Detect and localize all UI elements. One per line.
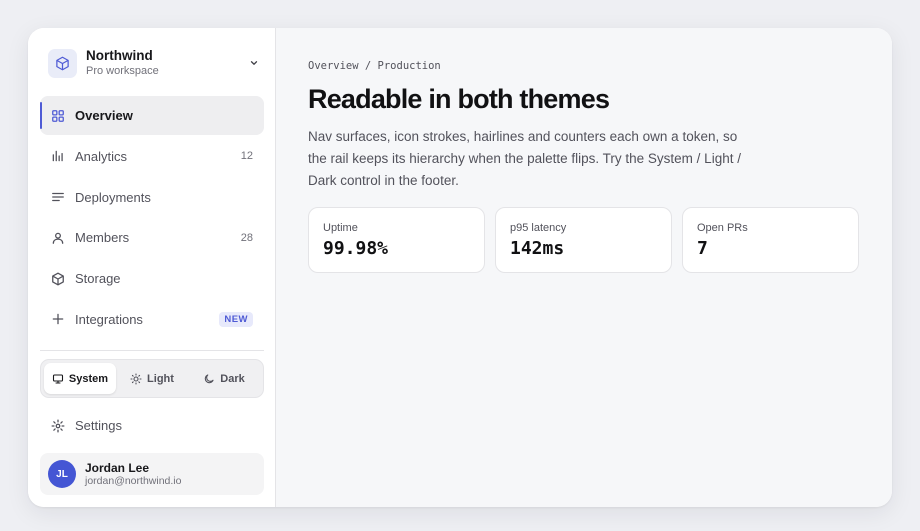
- theme-option-system[interactable]: System: [44, 363, 116, 394]
- page-title: Readable in both themes: [308, 84, 610, 114]
- sun-icon: [130, 372, 142, 385]
- sidebar-item-label: Storage: [75, 271, 121, 287]
- cube-icon: [51, 272, 65, 286]
- stat-card-latency: p95 latency 142ms: [495, 207, 672, 273]
- members-count: 28: [240, 231, 253, 244]
- breadcrumb: Overview / Production: [308, 60, 441, 72]
- sidebar-item-deployments[interactable]: Deployments: [40, 178, 264, 217]
- theme-option-label: System: [68, 372, 109, 385]
- monitor-icon: [52, 373, 63, 384]
- settings-label: Settings: [75, 418, 122, 433]
- workspace-logo-cube-icon: [48, 48, 77, 78]
- new-badge: NEW: [219, 311, 253, 327]
- sidebar: Northwind Pro workspace Overview Analyti…: [28, 28, 276, 507]
- sidebar-item-storage[interactable]: Storage: [40, 259, 264, 298]
- avatar: JL: [48, 460, 76, 488]
- stat-label: Open PRs: [697, 222, 748, 234]
- sidebar-divider: [40, 350, 264, 351]
- plus-icon: [51, 312, 65, 326]
- user-icon: [51, 231, 65, 245]
- sidebar-item-label: Overview: [75, 108, 133, 123]
- theme-option-dark[interactable]: Dark: [188, 363, 260, 394]
- sidebar-nav: Overview Analytics 12 Deployments Member…: [40, 96, 264, 341]
- stat-card-uptime: Uptime 99.98%: [308, 207, 485, 273]
- sidebar-item-label: Deployments: [75, 189, 151, 205]
- user-email: jordan@northwind.io: [85, 474, 182, 487]
- sidebar-item-label: Members: [75, 230, 130, 246]
- stat-value: 142ms: [510, 238, 565, 259]
- main-content: Overview / Production Readable in both t…: [276, 28, 892, 507]
- sidebar-item-label: Analytics: [75, 148, 128, 164]
- theme-option-label: Dark: [220, 372, 245, 385]
- workspace-name: Northwind: [86, 48, 153, 63]
- gear-icon: [51, 419, 65, 433]
- user-card[interactable]: JL Jordan Lee jordan@northwind.io: [40, 453, 264, 495]
- sidebar-item-settings[interactable]: Settings: [40, 406, 264, 445]
- moon-icon: [205, 373, 214, 383]
- analytics-count: 12: [240, 150, 253, 163]
- stat-label: Uptime: [323, 222, 358, 234]
- theme-option-light[interactable]: Light: [116, 363, 188, 394]
- app-window: Northwind Pro workspace Overview Analyti…: [28, 28, 892, 507]
- sidebar-item-overview[interactable]: Overview: [40, 96, 264, 135]
- sidebar-item-integrations[interactable]: Integrations NEW: [40, 300, 264, 339]
- workspace-plan: Pro workspace: [86, 65, 159, 77]
- theme-option-label: Light: [147, 372, 174, 385]
- bar-chart-icon: [51, 149, 65, 163]
- sidebar-item-members[interactable]: Members 28: [40, 218, 264, 257]
- stat-value: 7: [697, 238, 708, 259]
- sidebar-item-label: Integrations: [75, 311, 143, 327]
- stat-label: p95 latency: [510, 222, 567, 234]
- sidebar-item-analytics[interactable]: Analytics 12: [40, 137, 264, 176]
- workspace-switcher[interactable]: Northwind Pro workspace: [48, 46, 262, 80]
- stat-card-open-prs: Open PRs 7: [682, 207, 859, 273]
- grid-icon: [51, 109, 65, 123]
- stat-value: 99.98%: [323, 238, 389, 259]
- theme-switcher: System Light Dark: [40, 359, 264, 398]
- list-icon: [51, 190, 65, 204]
- stats-row: Uptime 99.98% p95 latency 142ms Open PRs…: [308, 207, 859, 273]
- user-name: Jordan Lee: [85, 460, 150, 475]
- page-description: Nav surfaces, icon strokes, hairlines an…: [308, 129, 741, 188]
- chevron-down-icon[interactable]: [246, 55, 262, 71]
